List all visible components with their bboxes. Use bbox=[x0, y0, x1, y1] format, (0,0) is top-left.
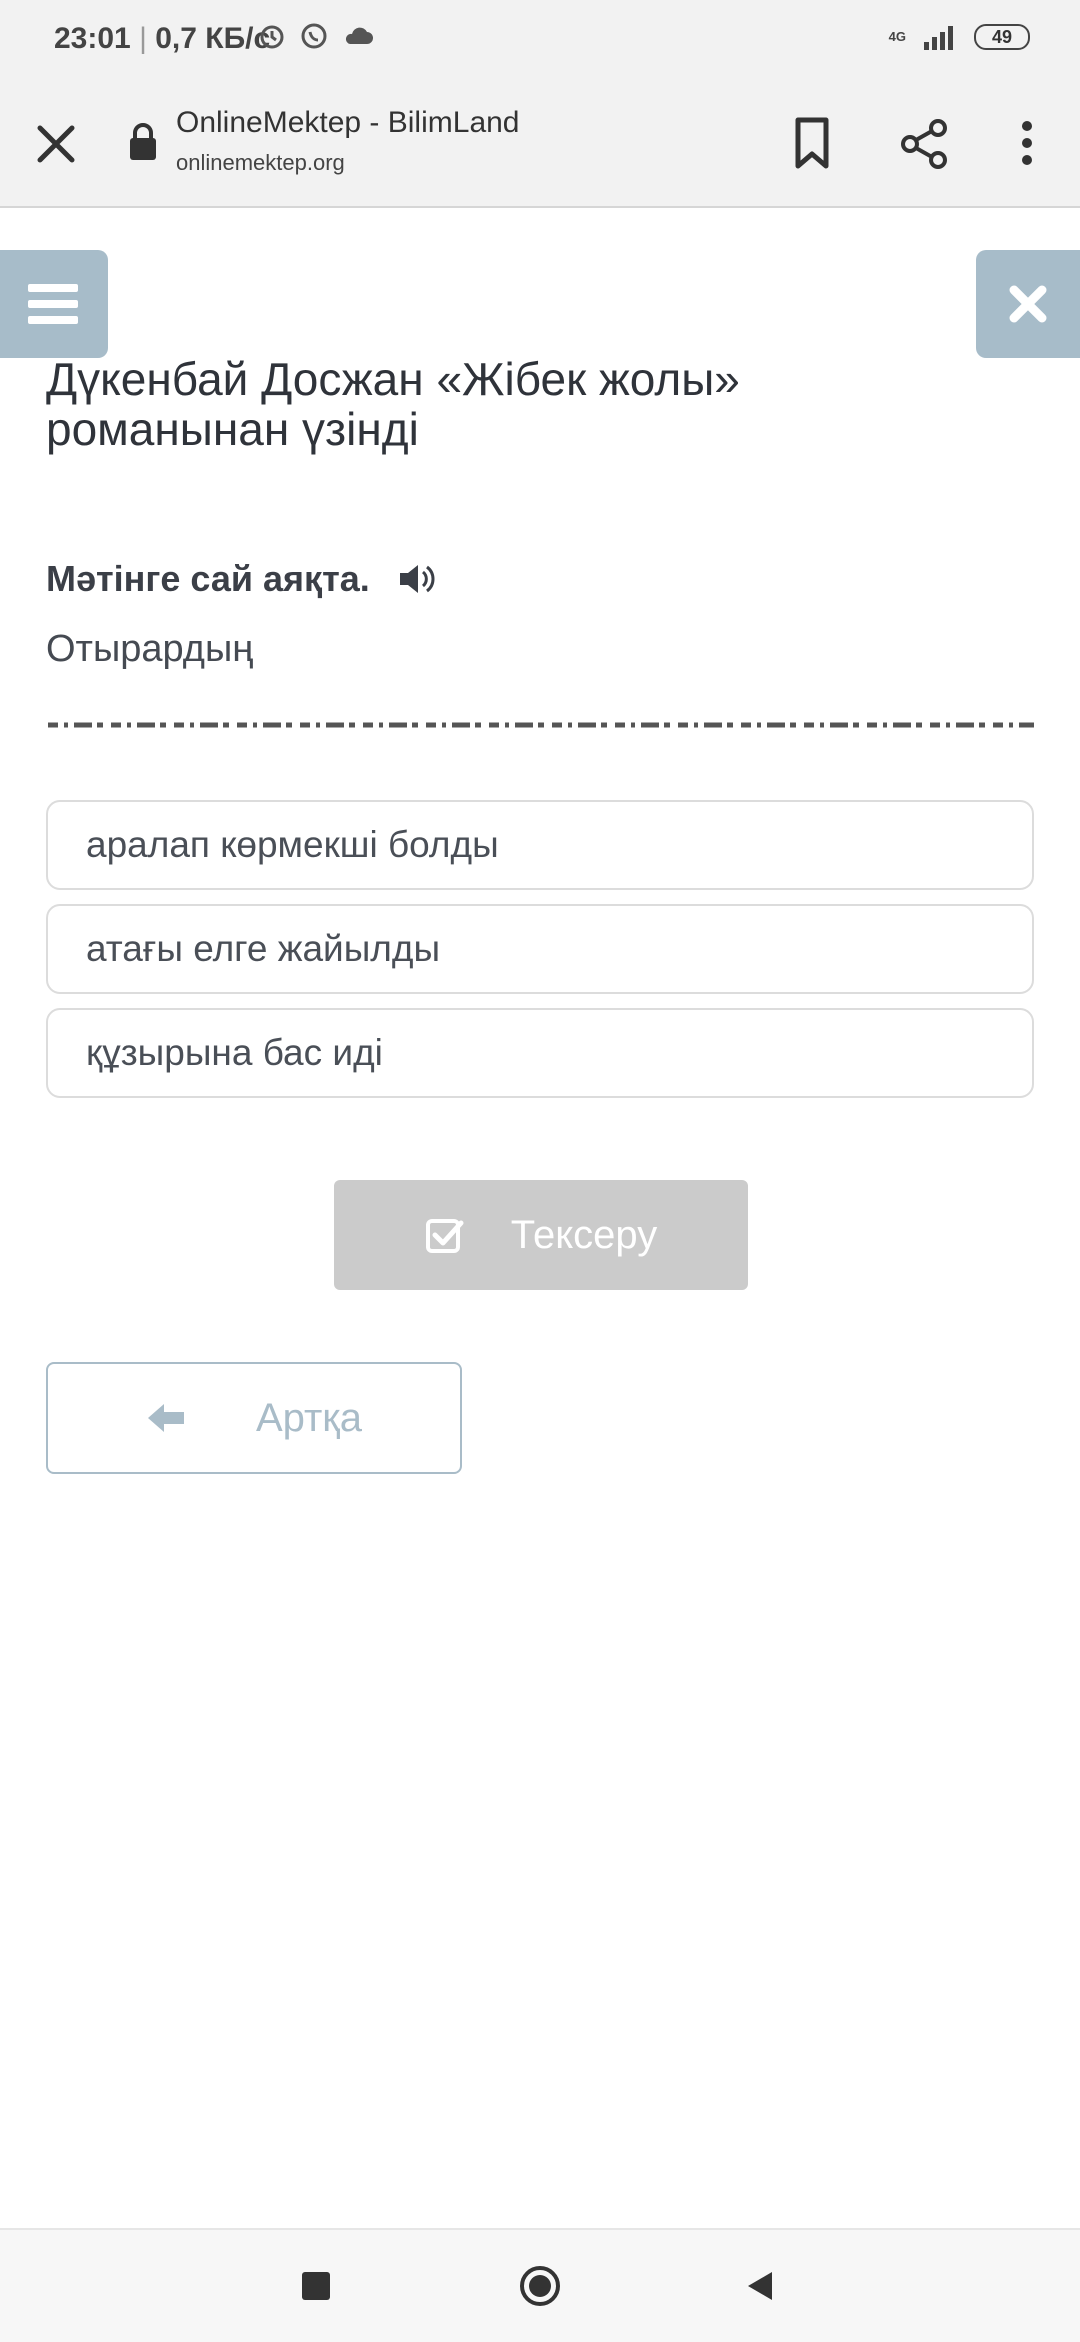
recent-apps-icon[interactable] bbox=[302, 2272, 330, 2300]
close-icon[interactable] bbox=[34, 122, 78, 166]
back-nav-icon[interactable] bbox=[744, 2270, 776, 2302]
status-time: 23:01 bbox=[54, 22, 131, 55]
back-button-label: Артқа bbox=[255, 1395, 363, 1440]
status-right: 4G 49 bbox=[889, 24, 1030, 50]
close-exercise-button[interactable] bbox=[976, 250, 1080, 358]
battery-indicator: 49 bbox=[974, 24, 1030, 50]
arrow-left-icon bbox=[147, 1404, 184, 1432]
home-icon[interactable] bbox=[518, 2264, 562, 2308]
network-type: 4G bbox=[888, 29, 906, 44]
bookmark-icon[interactable] bbox=[790, 116, 834, 170]
status-speed: 0,7 КБ/с bbox=[155, 22, 271, 55]
status-time-group: 23:01 | 0,7 КБ/с bbox=[54, 22, 270, 56]
close-icon bbox=[1009, 285, 1047, 323]
checkbox-check-icon bbox=[425, 1219, 464, 1253]
sentence-start: Отырардың bbox=[46, 628, 254, 670]
speaker-icon[interactable] bbox=[396, 559, 436, 599]
answer-option[interactable]: құзырына бас иді bbox=[46, 1008, 1034, 1098]
signal-icon bbox=[924, 26, 953, 50]
cloud-icon bbox=[345, 27, 373, 44]
answer-option[interactable]: аралап көрмекші болды bbox=[46, 800, 1034, 890]
answer-option[interactable]: атағы елге жайылды bbox=[46, 904, 1034, 994]
alarm-icon bbox=[260, 25, 284, 49]
check-button[interactable]: Тексеру bbox=[334, 1180, 748, 1290]
hamburger-icon bbox=[28, 284, 78, 324]
status-icons bbox=[258, 22, 374, 50]
status-separator: | bbox=[139, 22, 147, 55]
instruction-row: Мәтінге сай аяқта. bbox=[46, 558, 436, 600]
page-title: Дүкенбай Досжан «Жібек жолы» романынан ү… bbox=[46, 353, 740, 455]
share-icon[interactable] bbox=[898, 118, 950, 170]
page-title-tab: OnlineMektep - BilimLand bbox=[176, 106, 520, 139]
url-text[interactable]: onlinemektep.org bbox=[176, 150, 345, 176]
back-button[interactable]: Артқа bbox=[46, 1362, 462, 1474]
browser-toolbar: OnlineMektep - BilimLand onlinemektep.or… bbox=[0, 84, 1080, 208]
status-bar: 23:01 | 0,7 КБ/с 4G 49 bbox=[0, 0, 1080, 84]
menu-button[interactable] bbox=[0, 250, 108, 358]
whatsapp-icon bbox=[301, 23, 327, 49]
system-nav-bar bbox=[0, 2228, 1080, 2342]
lock-icon bbox=[130, 123, 156, 160]
instruction-text: Мәтінге сай аяқта. bbox=[46, 558, 370, 599]
more-icon[interactable] bbox=[1010, 118, 1044, 168]
check-button-label: Тексеру bbox=[510, 1212, 658, 1257]
answer-blank[interactable] bbox=[46, 718, 1036, 732]
